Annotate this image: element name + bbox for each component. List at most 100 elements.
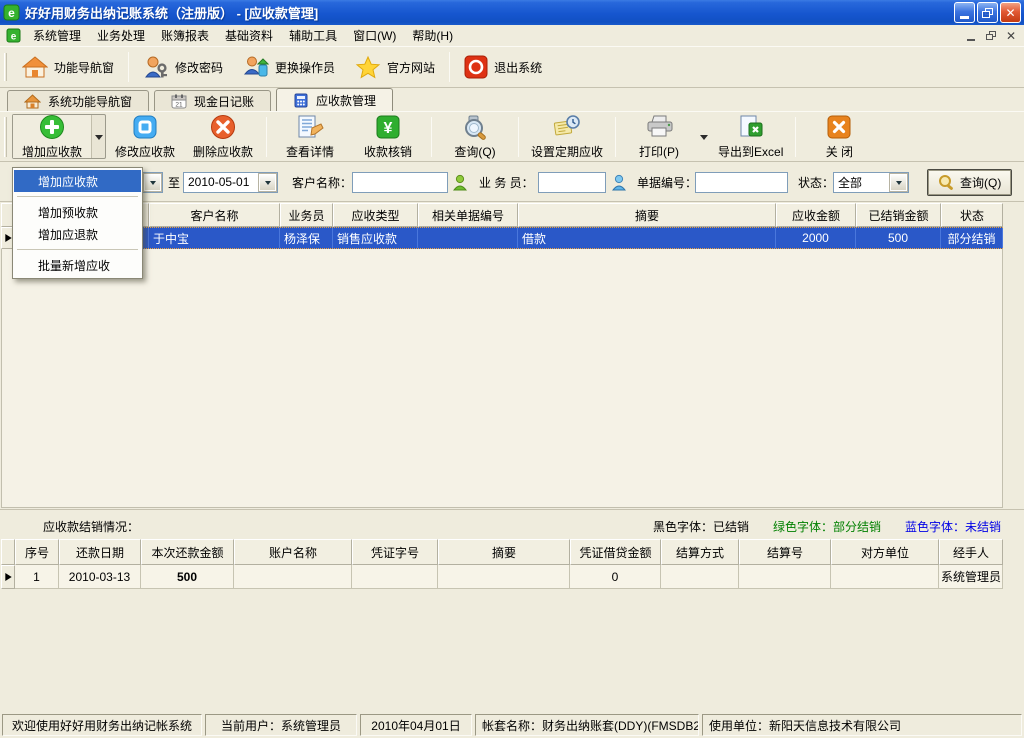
column-header-voucher-no[interactable]: 凭证字号 bbox=[352, 539, 438, 565]
menu-help[interactable]: 帮助(H) bbox=[404, 25, 461, 46]
tab-nav-window[interactable]: 系统功能导航窗 bbox=[7, 90, 149, 111]
separator bbox=[615, 117, 616, 157]
to-label: 至 bbox=[168, 162, 180, 202]
export-excel-button[interactable]: 导出到Excel bbox=[710, 114, 791, 159]
salesman-person-icon[interactable] bbox=[611, 162, 627, 202]
close-button[interactable]: ✕ bbox=[1000, 2, 1021, 23]
table-row[interactable]: 于中宝 杨泽保 销售应收款 借款 2000 500 部分结销 bbox=[1, 227, 1003, 249]
grid-corner-cell bbox=[1, 539, 15, 565]
column-header-repay-amount[interactable]: 本次还款金额 bbox=[141, 539, 234, 565]
settlement-detail-grid: 序号 还款日期 本次还款金额 账户名称 凭证字号 摘要 凭证借贷金额 结算方式 … bbox=[1, 539, 1003, 589]
column-header-customer[interactable]: 客户名称 bbox=[149, 203, 280, 227]
salesman-input[interactable] bbox=[538, 172, 606, 193]
printer-icon bbox=[644, 114, 674, 140]
home-tab-icon bbox=[24, 94, 41, 109]
menu-business[interactable]: 业务处理 bbox=[89, 25, 153, 46]
menu-item-add-refund[interactable]: 增加应退款 bbox=[14, 223, 141, 245]
date-to-value: 2010-05-01 bbox=[184, 173, 258, 192]
magnifier-icon bbox=[461, 114, 489, 140]
grid-empty-body bbox=[1, 249, 1003, 508]
view-detail-button[interactable]: 查看详情 bbox=[271, 114, 349, 159]
print-button[interactable]: 打印(P) bbox=[620, 114, 698, 159]
close-x-icon bbox=[826, 114, 852, 140]
nav-window-button[interactable]: 功能导航窗 bbox=[12, 51, 124, 83]
menu-item-batch-add[interactable]: 批量新增应收 bbox=[14, 254, 141, 276]
cell-type: 销售应收款 bbox=[333, 228, 418, 248]
column-header-amount[interactable]: 应收金额 bbox=[776, 203, 856, 227]
cell-amount: 2000 bbox=[776, 228, 856, 248]
combo-arrow-icon[interactable] bbox=[259, 174, 276, 191]
menu-item-add-prepayment[interactable]: 增加预收款 bbox=[14, 201, 141, 223]
svg-text:e: e bbox=[11, 32, 17, 43]
status-date: 2010年04月01日 bbox=[360, 714, 472, 736]
receipt-writeoff-button[interactable]: ¥ 收款核销 bbox=[349, 114, 427, 159]
separator bbox=[449, 52, 450, 82]
column-header-handler[interactable]: 经手人 bbox=[939, 539, 1003, 565]
status-welcome: 欢迎使用好好用财务出纳记帐系统 bbox=[2, 714, 202, 736]
query-button[interactable]: 查询(Q) bbox=[436, 114, 514, 159]
cell-doc-no bbox=[418, 228, 518, 248]
set-recurring-button[interactable]: 设置定期应收 bbox=[523, 114, 611, 159]
status-combo[interactable]: 全部 bbox=[833, 162, 909, 202]
edit-receivable-button[interactable]: 修改应收款 bbox=[106, 114, 184, 159]
minimize-button[interactable] bbox=[954, 2, 975, 23]
column-header-settle-method[interactable]: 结算方式 bbox=[661, 539, 739, 565]
combo-arrow-icon[interactable] bbox=[144, 174, 161, 191]
change-password-button[interactable]: 修改密码 bbox=[133, 51, 233, 83]
cell-status: 部分结销 bbox=[941, 228, 1003, 248]
cell-seq: 1 bbox=[15, 565, 59, 589]
column-header-salesman[interactable]: 业务员 bbox=[280, 203, 333, 227]
child-close-button[interactable]: ✕ bbox=[1002, 28, 1020, 44]
filter-query-button[interactable]: 查询(Q) bbox=[927, 169, 1012, 196]
switch-operator-button[interactable]: 更换操作员 bbox=[233, 51, 345, 83]
tab-cash-journal[interactable]: 21 现金日记账 bbox=[154, 90, 271, 111]
menu-basedata[interactable]: 基础资料 bbox=[217, 25, 281, 46]
column-header-seq[interactable]: 序号 bbox=[15, 539, 59, 565]
doc-no-input[interactable] bbox=[695, 172, 788, 193]
close-view-button[interactable]: 关 闭 bbox=[800, 114, 878, 159]
add-receivable-dropdown-arrow[interactable] bbox=[91, 115, 105, 158]
child-restore-button[interactable] bbox=[982, 28, 1000, 44]
column-header-counterparty[interactable]: 对方单位 bbox=[831, 539, 939, 565]
column-header-status[interactable]: 状态 bbox=[941, 203, 1003, 227]
date-to-combo[interactable]: 2010-05-01 bbox=[183, 162, 278, 202]
official-website-button[interactable]: 官方网站 bbox=[345, 51, 445, 83]
column-header-doc-no[interactable]: 相关单据编号 bbox=[418, 203, 518, 227]
table-row[interactable]: 1 2010-03-13 500 0 系统管理员 bbox=[1, 565, 1003, 589]
status-label: 状态： bbox=[798, 162, 834, 202]
restore-button[interactable] bbox=[977, 2, 998, 23]
menu-tools[interactable]: 辅助工具 bbox=[281, 25, 345, 46]
column-header-summary[interactable]: 摘要 bbox=[518, 203, 776, 227]
column-header-summary2[interactable]: 摘要 bbox=[438, 539, 570, 565]
column-header-settled[interactable]: 已结销金额 bbox=[856, 203, 941, 227]
add-receivable-button[interactable]: 增加应收款 bbox=[13, 115, 91, 158]
title-bar: e 好好用财务出纳记账系统（注册版） - [应收款管理] ✕ bbox=[0, 0, 1024, 25]
child-minimize-button[interactable] bbox=[962, 28, 980, 44]
tab-receivables[interactable]: 应收款管理 bbox=[276, 88, 393, 111]
menu-reports[interactable]: 账簿报表 bbox=[153, 25, 217, 46]
legend-green: 绿色字体：部分结销 bbox=[773, 518, 881, 535]
column-header-repay-date[interactable]: 还款日期 bbox=[59, 539, 141, 565]
menu-separator bbox=[17, 196, 138, 197]
customer-person-icon[interactable] bbox=[452, 162, 468, 202]
column-header-account[interactable]: 账户名称 bbox=[234, 539, 352, 565]
salesman-label: 业 务 员： bbox=[479, 162, 534, 202]
combo-arrow-icon[interactable] bbox=[890, 174, 907, 191]
add-receivable-split-button: 增加应收款 bbox=[12, 114, 106, 159]
column-header-type[interactable]: 应收类型 bbox=[333, 203, 418, 227]
cell-settled: 500 bbox=[856, 228, 941, 248]
status-company: 使用单位：新阳天信息技术有限公司 bbox=[702, 714, 1022, 736]
column-header-settle-no[interactable]: 结算号 bbox=[739, 539, 831, 565]
print-dropdown-arrow[interactable] bbox=[698, 114, 710, 159]
exit-system-button[interactable]: 退出系统 bbox=[454, 51, 552, 83]
customer-input[interactable] bbox=[352, 172, 448, 193]
cell-settle-no bbox=[739, 565, 831, 589]
calculator-icon bbox=[293, 93, 309, 108]
separator bbox=[518, 117, 519, 157]
home-icon bbox=[22, 55, 48, 79]
menu-window[interactable]: 窗口(W) bbox=[345, 25, 404, 46]
column-header-voucher-amount[interactable]: 凭证借贷金额 bbox=[570, 539, 661, 565]
menu-system[interactable]: 系统管理 bbox=[25, 25, 89, 46]
menu-item-add-receivable[interactable]: 增加应收款 bbox=[14, 170, 141, 192]
delete-receivable-button[interactable]: 删除应收款 bbox=[184, 114, 262, 159]
